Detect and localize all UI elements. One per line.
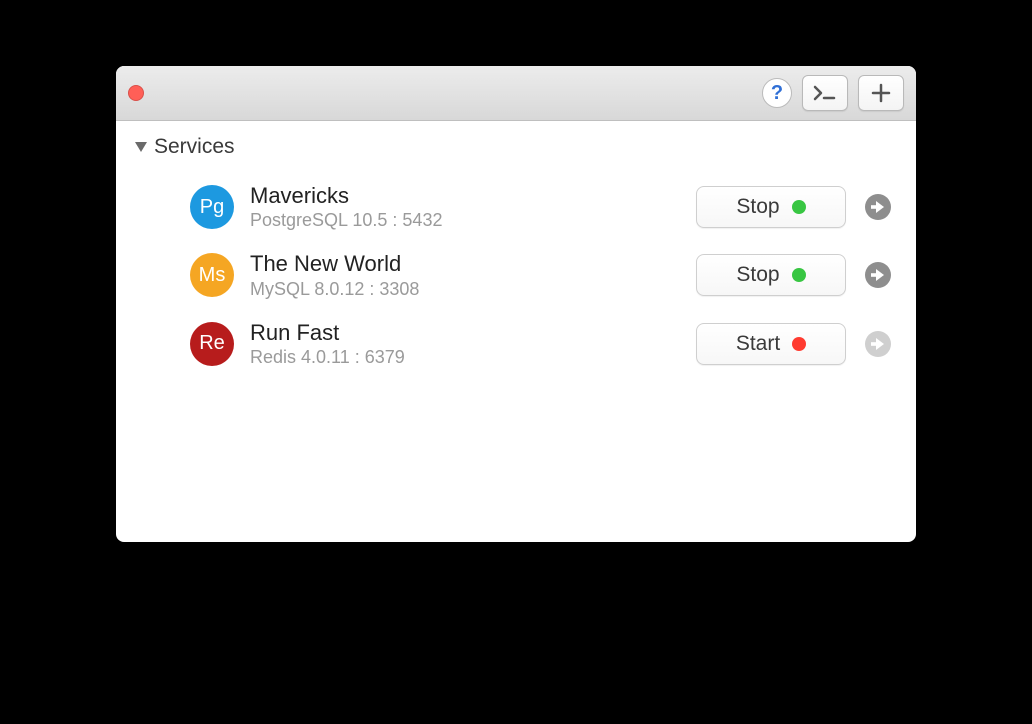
section-title: Services <box>154 135 235 159</box>
service-row: Ms The New World MySQL 8.0.12 : 3308 Stop <box>134 241 898 309</box>
plus-icon <box>871 83 891 103</box>
traffic-lights <box>128 85 144 101</box>
service-badge: Re <box>190 322 234 366</box>
detail-arrow-button[interactable] <box>864 193 892 221</box>
service-info: Run FastRedis 4.0.11 : 6379 <box>250 320 696 368</box>
service-info: MavericksPostgreSQL 10.5 : 5432 <box>250 183 696 231</box>
service-row: Re Run FastRedis 4.0.11 : 6379 Start <box>134 310 898 378</box>
section-header[interactable]: Services <box>134 135 898 159</box>
service-action-button[interactable]: Stop <box>696 186 846 228</box>
action-label: Stop <box>736 263 779 287</box>
add-button[interactable] <box>858 75 904 111</box>
status-dot-icon <box>792 337 806 351</box>
service-info: The New World MySQL 8.0.12 : 3308 <box>250 251 696 299</box>
help-icon: ? <box>771 82 783 105</box>
action-label: Stop <box>736 195 779 219</box>
service-meta: PostgreSQL 10.5 : 5432 <box>250 210 696 231</box>
service-action-button[interactable]: Start <box>696 323 846 365</box>
service-action-button[interactable]: Stop <box>696 254 846 296</box>
toolbar-right: ? <box>762 75 904 111</box>
arrow-right-circle-icon <box>864 330 892 358</box>
action-label: Start <box>736 332 780 356</box>
service-name: Run Fast <box>250 320 696 345</box>
status-dot-icon <box>792 200 806 214</box>
service-row: Pg MavericksPostgreSQL 10.5 : 5432 Stop <box>134 173 898 241</box>
service-badge: Ms <box>190 253 234 297</box>
service-name: Mavericks <box>250 183 696 208</box>
services-list: Pg MavericksPostgreSQL 10.5 : 5432 Stop Ms T… <box>134 173 898 378</box>
service-name: The New World <box>250 251 696 276</box>
disclosure-triangle-icon[interactable] <box>134 141 148 153</box>
titlebar: ? <box>116 66 916 121</box>
service-badge: Pg <box>190 185 234 229</box>
service-meta: MySQL 8.0.12 : 3308 <box>250 279 696 300</box>
service-meta: Redis 4.0.11 : 6379 <box>250 347 696 368</box>
detail-arrow-button[interactable] <box>864 261 892 289</box>
arrow-right-circle-icon <box>864 261 892 289</box>
detail-arrow-button <box>864 330 892 358</box>
terminal-button[interactable] <box>802 75 848 111</box>
status-dot-icon <box>792 268 806 282</box>
app-window: ? Services PgMavericksPostgre <box>116 66 916 542</box>
close-button[interactable] <box>128 85 144 101</box>
help-button[interactable]: ? <box>762 78 792 108</box>
terminal-icon <box>813 85 837 101</box>
content: Services Pg MavericksPostgreSQL 10.5 : 54… <box>116 121 916 392</box>
arrow-right-circle-icon <box>864 193 892 221</box>
